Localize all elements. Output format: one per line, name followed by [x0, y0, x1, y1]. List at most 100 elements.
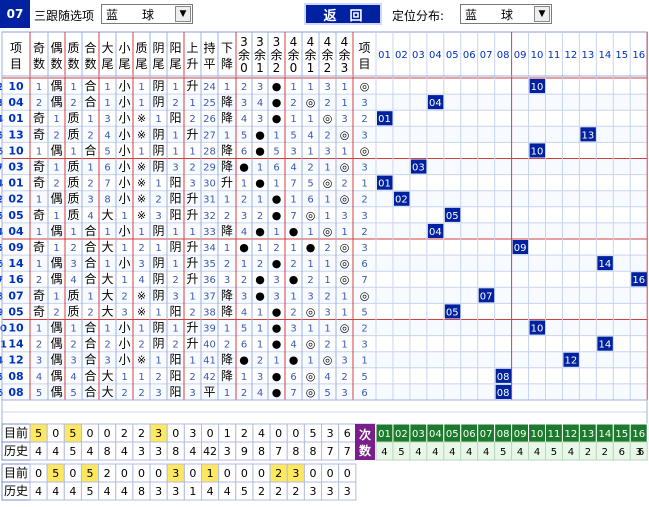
row-cell: 2 — [70, 98, 76, 109]
row-cell: 奇 — [33, 176, 45, 190]
row-cell: 1 — [341, 291, 347, 302]
row-cell: 5 — [361, 372, 367, 383]
count-val: 5 — [500, 447, 506, 458]
header-label: 2 — [273, 61, 281, 75]
row-cell: 1 — [121, 275, 127, 286]
row-cell: 大 — [101, 272, 113, 286]
header-label: 3 — [240, 35, 248, 49]
row-cell: 4 — [307, 130, 313, 141]
header-label: 数 — [50, 56, 62, 71]
row-cell: 1 — [273, 227, 279, 238]
row-cell: 3 — [36, 356, 42, 367]
row-cell: 29 — [203, 163, 216, 174]
row-cell: 奇 — [33, 208, 45, 222]
row-cell: 小 — [118, 256, 130, 270]
current-row-2-value: 0 — [344, 467, 351, 480]
header-label: 余 — [338, 47, 350, 62]
count-num: 09 — [514, 429, 527, 440]
row-cell: 1 — [273, 179, 279, 190]
row-cell: ※ — [137, 289, 146, 302]
row-cell: 1 — [189, 146, 195, 157]
header-label: 余 — [287, 47, 299, 62]
current-row-value: 1 — [224, 427, 231, 440]
row-cell: 大 — [101, 240, 113, 254]
row-cell: 合 — [84, 239, 96, 254]
row-cell: 小 — [118, 95, 130, 109]
row-cell: 37 — [203, 291, 216, 302]
header-label: 阴 — [152, 41, 164, 55]
row-cell: 小 — [118, 127, 130, 141]
row-cell: 3 — [104, 114, 110, 125]
header-label: 合 — [84, 40, 96, 55]
dist-mark-label: 10 — [531, 82, 544, 93]
row-cell: 1 — [307, 227, 313, 238]
row-cell: 3 — [172, 291, 178, 302]
row-cell: 1 — [361, 356, 367, 367]
row-number: 07 — [8, 289, 23, 302]
row-number: 14 — [8, 257, 24, 270]
row-cell: 1 — [324, 163, 330, 174]
row-cell: 2 — [341, 372, 347, 383]
current-row-value: 0 — [207, 427, 214, 440]
history-row-2-value: 2 — [258, 485, 265, 498]
row-cell: 2 — [290, 307, 296, 318]
row-cell: ◎ — [306, 305, 316, 318]
row-cell: 2 — [257, 211, 263, 222]
row-cell: 3 — [341, 211, 347, 222]
row-number: 09 — [8, 241, 23, 254]
row-cell: ◎ — [360, 80, 370, 93]
row-cell: 小 — [118, 143, 130, 157]
count-num: 16 — [632, 429, 645, 440]
row-cell: 质 — [67, 304, 79, 318]
row-cell: 3 — [241, 98, 247, 109]
row-cell: 2 — [121, 291, 127, 302]
row-cell: 2 — [257, 356, 263, 367]
row-cell: 2 — [138, 340, 144, 351]
row-cell: 3 — [361, 98, 367, 109]
row-cell: ● — [272, 193, 282, 206]
row-cell: 升 — [186, 337, 198, 351]
row-cell: 1 — [138, 227, 144, 238]
history-row-value: 3 — [138, 445, 145, 458]
history-row-value: 4 — [35, 445, 42, 458]
current-row-2-value: 0 — [189, 467, 196, 480]
row-cell: 1 — [189, 291, 195, 302]
row-cell: 1 — [324, 324, 330, 335]
count-num: 10 — [531, 429, 544, 440]
dist-mark-label: 14 — [598, 259, 611, 270]
row-cell: 40 — [203, 340, 216, 351]
history-row-2-value: 3 — [309, 485, 316, 498]
row-cell: 41 — [203, 356, 216, 367]
row-cell: 1 — [257, 243, 263, 254]
row-cell: 3 — [189, 179, 195, 190]
header-label: 0 — [290, 61, 298, 75]
row-cell: 1 — [224, 82, 230, 93]
row-cell: 大 — [101, 304, 113, 318]
header-label: 阳 — [169, 41, 181, 55]
row-number: 08 — [8, 386, 23, 399]
current-row-value: 2 — [121, 427, 128, 440]
row-cell: 2 — [224, 211, 230, 222]
row-cell: 1 — [241, 259, 247, 270]
row-cell: 2 — [121, 388, 127, 399]
count-val: 4 — [449, 447, 455, 458]
dist-header-14: 14 — [598, 50, 611, 61]
dist-mark-label: 04 — [429, 98, 442, 109]
row-cell: 阴 — [152, 79, 164, 93]
row-cell: 38 — [203, 307, 216, 318]
header-label: 4 — [324, 35, 332, 49]
row-cell: 1 — [341, 340, 347, 351]
row-cell: 阴 — [152, 160, 164, 174]
dist-header-05: 05 — [446, 50, 459, 61]
history-row-2-value: 4 — [35, 485, 42, 498]
row-cell: 1 — [36, 227, 42, 238]
row-cell: 1 — [53, 163, 59, 174]
row-cell: 1 — [189, 98, 195, 109]
row-cell: 1 — [257, 163, 263, 174]
row-cell: ◎ — [306, 386, 316, 399]
history-row-value: 5 — [69, 445, 76, 458]
history-row-2-value: 5 — [241, 485, 248, 498]
row-number: 13 — [8, 128, 23, 141]
row-cell: 6 — [104, 163, 110, 174]
current-row-2-value: 5 — [52, 467, 59, 480]
